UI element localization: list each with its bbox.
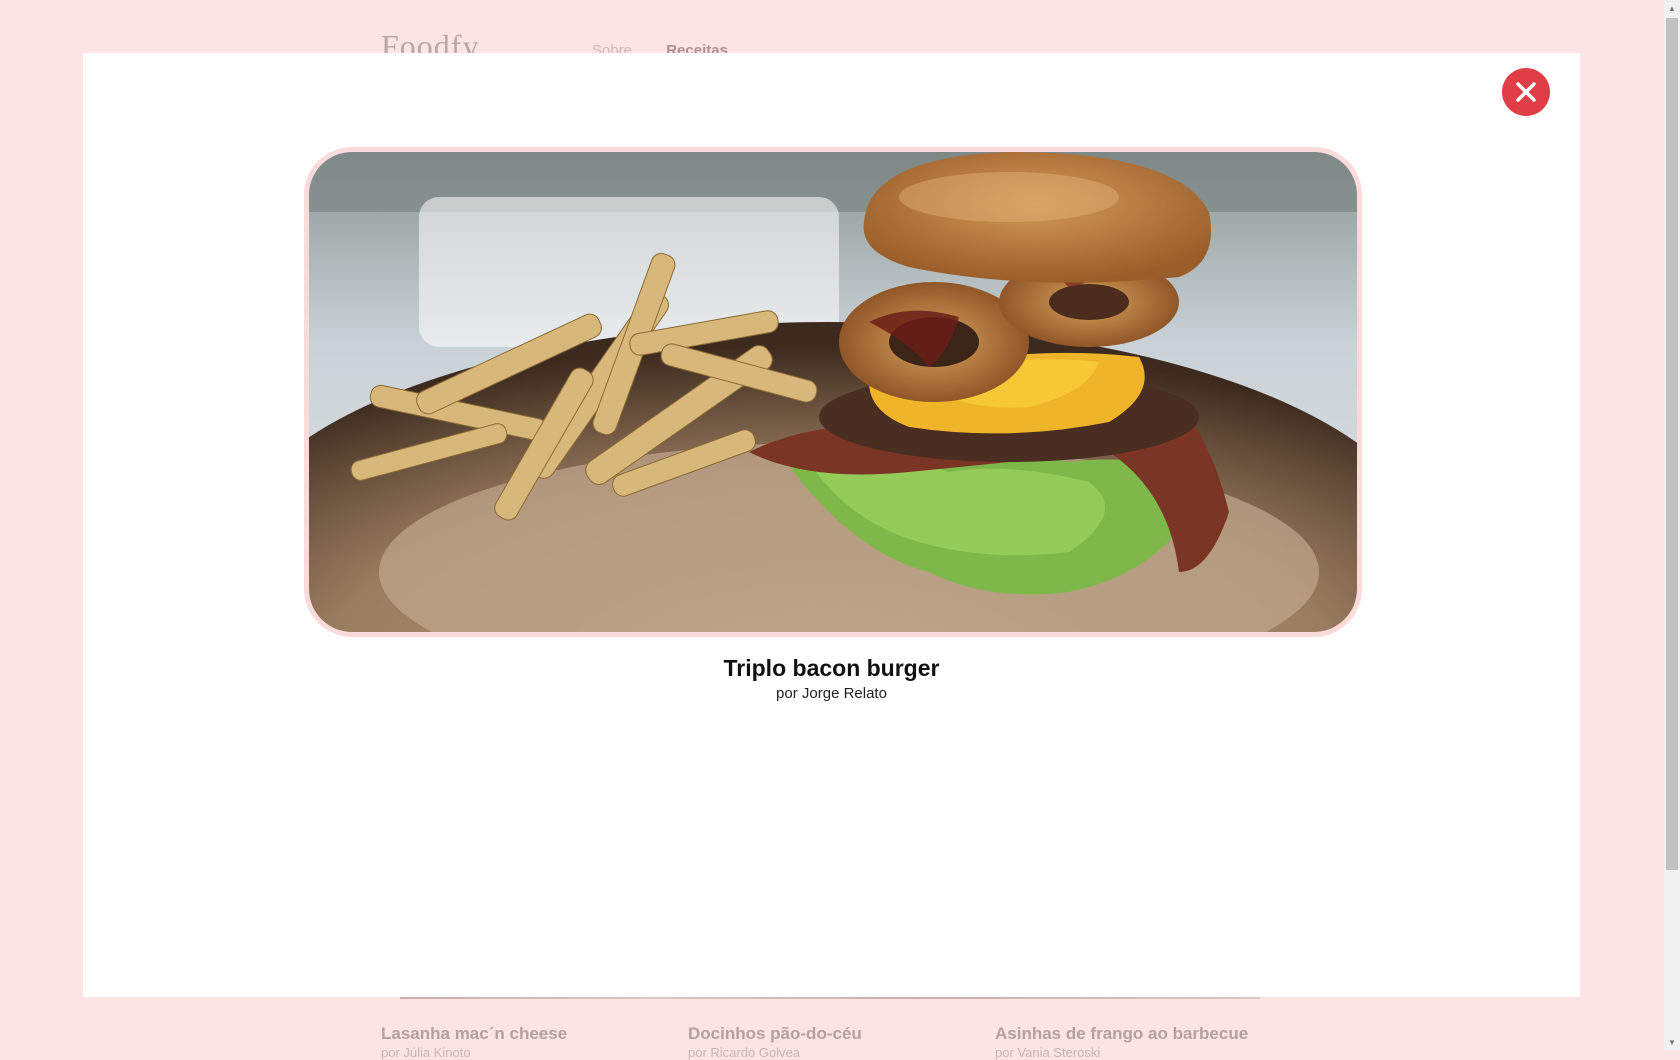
recipe-card-author: por Ricardo Golvea [688,1045,800,1060]
recipe-image [304,147,1362,637]
scrollbar-thumb[interactable] [1666,18,1678,870]
recipe-card-title[interactable]: Lasanha mac´n cheese [381,1024,567,1044]
burger-photo [309,152,1357,632]
page-scrollbar[interactable]: ▲ ▼ [1664,0,1680,1050]
scroll-up-arrow-icon[interactable]: ▲ [1664,0,1680,16]
scroll-down-arrow-icon[interactable]: ▼ [1664,1034,1680,1050]
close-x-icon [1516,82,1536,102]
recipe-card-author: por Júlia Kinoto [381,1045,471,1060]
recipe-card-author: por Vania Steroski [995,1045,1101,1060]
recipe-title: Triplo bacon burger [723,655,940,681]
recipe-author: por Jorge Relato [776,685,887,702]
recipe-modal: Triplo bacon burger por Jorge Relato [83,53,1580,997]
recipe-card-title[interactable]: Docinhos pão-do-céu [688,1024,862,1044]
close-button[interactable] [1502,68,1550,116]
recipe-card-title[interactable]: Asinhas de frango ao barbecue [995,1024,1248,1044]
